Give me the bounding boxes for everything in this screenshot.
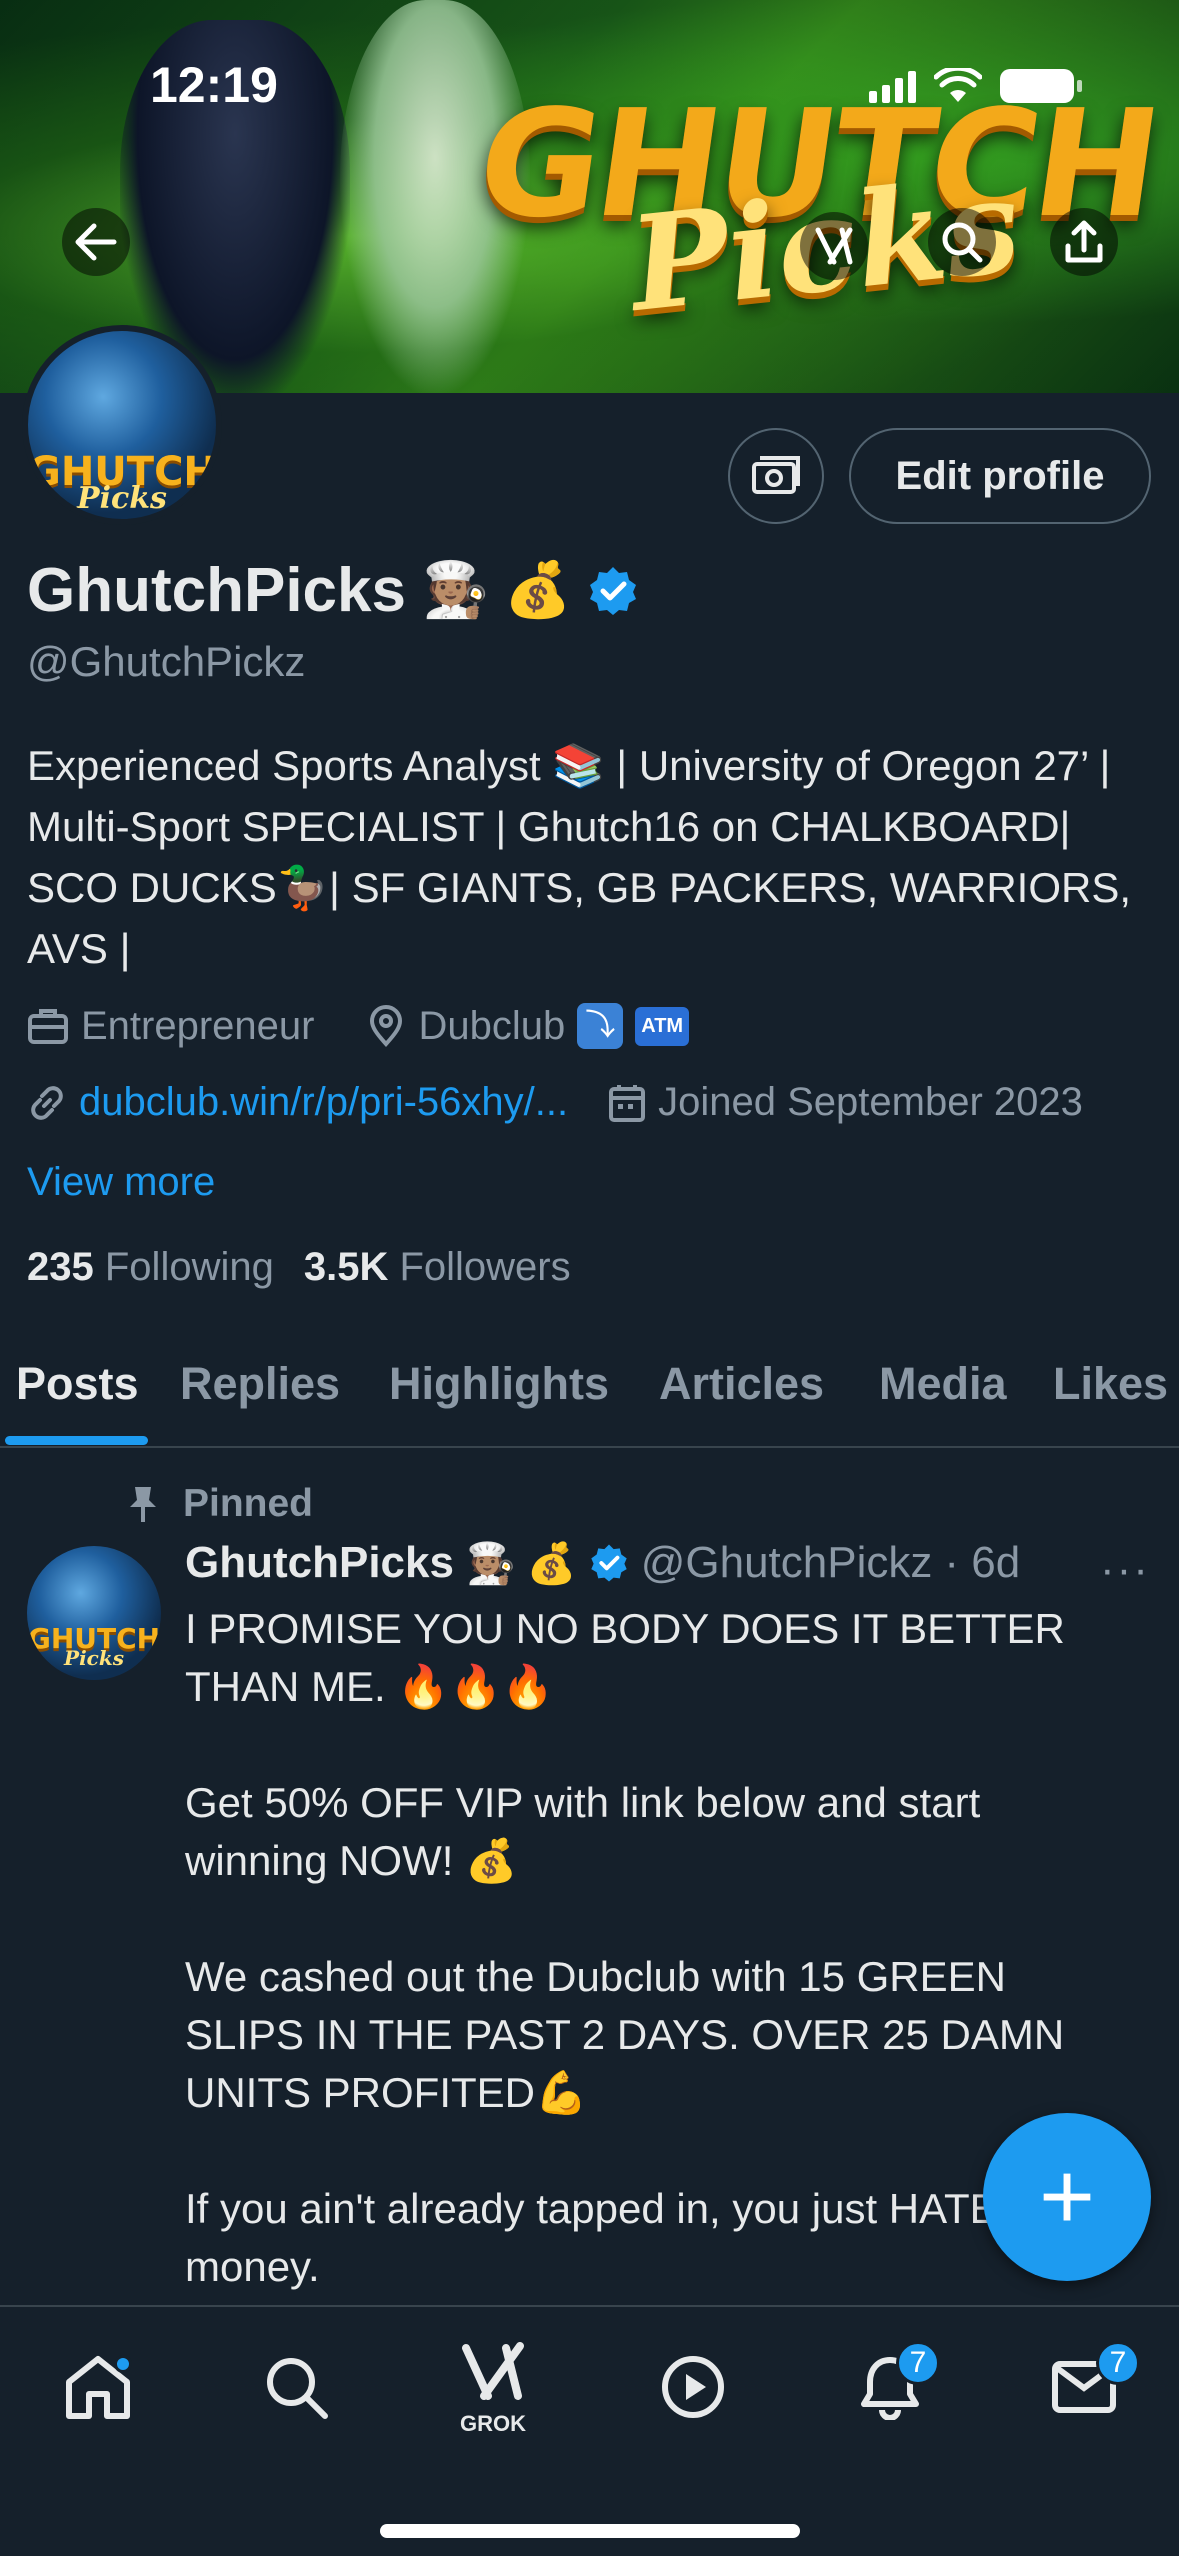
tab-likes[interactable]: Likes xyxy=(1053,1358,1168,1410)
tab-replies[interactable]: Replies xyxy=(180,1358,340,1410)
profile-bio: Experienced Sports Analyst 📚 | Universit… xyxy=(27,742,1132,972)
compose-post-button[interactable]: + xyxy=(983,2113,1151,2281)
grok-button[interactable] xyxy=(800,212,868,280)
atm-emoji-badge: ATM xyxy=(635,1006,690,1046)
search-icon xyxy=(267,2358,328,2419)
nav-messages[interactable]: 7 xyxy=(1034,2337,1140,2437)
pinned-label-row: Pinned xyxy=(125,1482,313,1526)
post-paragraph: If you ain't already tapped in, you just… xyxy=(185,2185,998,2290)
status-time: 12:19 xyxy=(150,57,278,113)
search-button[interactable] xyxy=(928,208,996,276)
post-header: GhutchPicks 🧑🏽‍🍳 💰 @GhutchPickz · 6d xyxy=(185,1538,1020,1588)
profile-meta-row: Entrepreneur Dubclub ⤵ ATM xyxy=(27,1003,690,1049)
edit-profile-button[interactable]: Edit profile xyxy=(849,428,1151,524)
name-emojis: 🧑🏽‍🍳 💰 xyxy=(422,560,572,620)
profile-handle: @GhutchPickz xyxy=(27,638,306,685)
bottom-navigation: GROK 7 7 xyxy=(0,2305,1179,2556)
following-stat[interactable]: 235 Following xyxy=(27,1245,274,1290)
following-count: 235 xyxy=(27,1245,94,1289)
briefcase-icon xyxy=(28,1009,68,1044)
share-button[interactable] xyxy=(1050,208,1118,276)
post-author-emojis: 🧑🏽‍🍳 💰 xyxy=(465,1541,577,1586)
pin-icon xyxy=(130,1487,156,1522)
avatar-logo-subtext: Picks xyxy=(77,481,167,516)
avatar-logo-subtext: Picks xyxy=(64,1646,124,1670)
nav-video[interactable] xyxy=(643,2337,743,2437)
followers-stat[interactable]: 3.5K Followers xyxy=(304,1245,571,1290)
messages-badge: 7 xyxy=(1096,2341,1140,2385)
wifi-icon xyxy=(934,68,982,102)
post-timestamp[interactable]: · 6d xyxy=(944,1538,1020,1588)
back-arrow-icon xyxy=(75,223,117,261)
display-name-row: GhutchPicks 🧑🏽‍🍳 💰 xyxy=(27,555,639,626)
follow-stats: 235 Following 3.5K Followers xyxy=(27,1245,571,1290)
monetization-button[interactable] xyxy=(728,428,824,524)
view-more-link[interactable]: View more xyxy=(27,1160,215,1205)
post-author-handle[interactable]: @GhutchPickz xyxy=(641,1538,933,1588)
status-icons xyxy=(869,68,1082,104)
nav-grok[interactable]: GROK xyxy=(443,2337,543,2437)
notifications-badge: 7 xyxy=(896,2341,940,2385)
play-icon xyxy=(662,2356,724,2418)
verified-badge-icon xyxy=(591,1544,627,1582)
display-name: GhutchPicks xyxy=(27,556,406,625)
nav-search[interactable] xyxy=(246,2337,346,2437)
post-paragraph: Get 50% OFF VIP with link below and star… xyxy=(185,1779,981,1884)
post-paragraph: We cashed out the Dubclub with 15 GREEN … xyxy=(185,1953,1065,2116)
money-icon xyxy=(752,456,800,494)
followers-count: 3.5K xyxy=(303,1245,389,1289)
post-paragraph: I PROMISE YOU NO BODY DOES IT BETTER THA… xyxy=(185,1605,1065,1710)
post-more-options-icon[interactable]: ··· xyxy=(1100,1545,1150,1595)
nav-home[interactable] xyxy=(48,2337,148,2437)
status-bar: 12:19 xyxy=(0,50,1179,120)
location-pin-icon xyxy=(370,1005,403,1047)
post-author-name[interactable]: GhutchPicks xyxy=(185,1538,454,1588)
post-author-avatar[interactable]: GHUTCH Picks xyxy=(27,1546,161,1680)
tab-articles[interactable]: Articles xyxy=(659,1358,824,1410)
cellular-signal-icon xyxy=(869,69,916,103)
active-tab-indicator xyxy=(5,1436,148,1445)
followers-label: Followers xyxy=(399,1245,571,1289)
verified-badge-icon[interactable] xyxy=(587,565,639,617)
profile-avatar[interactable]: GHUTCH Picks xyxy=(22,325,222,525)
home-indicator[interactable] xyxy=(380,2524,800,2538)
profile-joined-date: Joined September 2023 xyxy=(658,1080,1083,1124)
post-body[interactable]: I PROMISE YOU NO BODY DOES IT BETTER THA… xyxy=(185,1600,1115,2354)
grok-icon xyxy=(815,227,853,265)
calendar-icon xyxy=(609,1084,646,1122)
back-button[interactable] xyxy=(62,208,130,276)
tab-posts[interactable]: Posts xyxy=(16,1358,139,1410)
profile-website-link[interactable]: dubclub.win/r/p/pri-56xhy/... xyxy=(79,1080,568,1125)
battery-icon xyxy=(1000,69,1082,103)
profile-tabs: Posts Replies Highlights Articles Media … xyxy=(0,1340,1179,1448)
profile-meta-row: dubclub.win/r/p/pri-56xhy/... Joined Sep… xyxy=(27,1080,1083,1125)
search-icon xyxy=(942,222,983,263)
link-icon xyxy=(31,1085,63,1120)
profile-location: Dubclub xyxy=(418,1003,566,1048)
nav-notifications[interactable]: 7 xyxy=(840,2337,940,2437)
share-icon xyxy=(1065,220,1103,263)
down-arrow-emoji-icon: ⤵ xyxy=(577,1003,624,1049)
grok-label: GROK xyxy=(460,2411,526,2436)
profile-occupation: Entrepreneur xyxy=(81,1003,315,1048)
pinned-label: Pinned xyxy=(183,1482,314,1525)
home-notification-dot xyxy=(114,2355,132,2373)
following-label: Following xyxy=(104,1245,274,1289)
tab-media[interactable]: Media xyxy=(879,1358,1007,1410)
tab-highlights[interactable]: Highlights xyxy=(389,1358,609,1410)
grok-icon xyxy=(462,2342,524,2400)
